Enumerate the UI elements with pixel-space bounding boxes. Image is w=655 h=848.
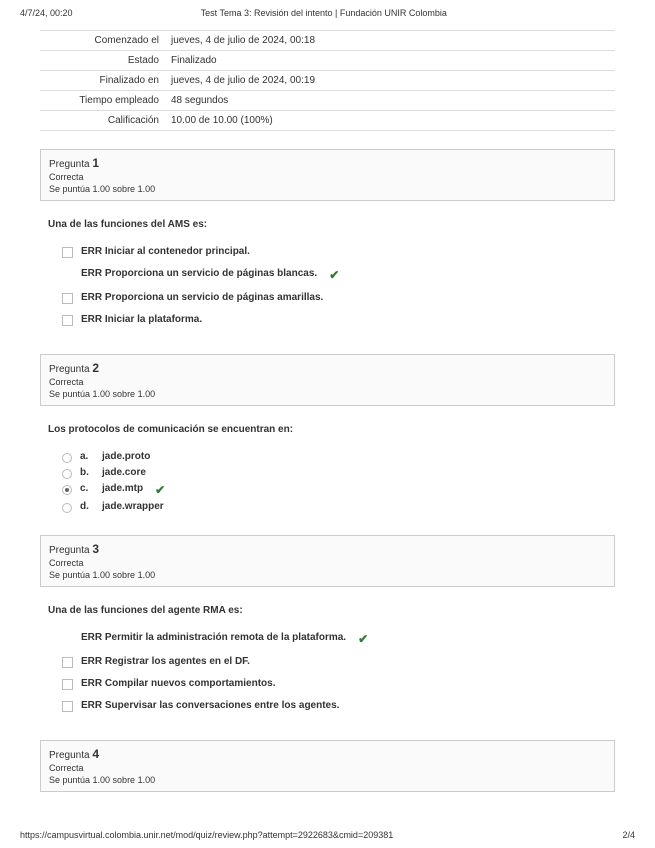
checkbox-icon[interactable]: [62, 269, 73, 280]
option-row[interactable]: d. jade.wrapper: [48, 501, 607, 513]
radio-icon[interactable]: [62, 503, 72, 513]
correct-check-icon: ✔: [155, 483, 165, 497]
radio-icon[interactable]: [62, 469, 72, 479]
option-text: ERR Registrar los agentes en el DF.: [81, 656, 250, 667]
checkbox-icon[interactable]: [62, 247, 73, 258]
option-text: jade.proto: [102, 451, 150, 462]
option-letter: c.: [80, 483, 94, 494]
option-row[interactable]: ERR Compilar nuevos comportamientos.: [48, 678, 607, 690]
question-grade: Se puntúa 1.00 sobre 1.00: [49, 184, 606, 194]
correct-check-icon: ✔: [358, 632, 368, 646]
option-row[interactable]: ERR Proporciona un servicio de páginas b…: [48, 268, 607, 282]
page-header: 4/7/24, 00:20 Test Tema 3: Revisión del …: [20, 8, 635, 18]
question-number: Pregunta 3: [49, 542, 606, 556]
option-text: ERR Iniciar al contenedor principal.: [81, 246, 250, 257]
question-text: Los protocolos de comunicación se encuen…: [48, 424, 607, 435]
option-letter: d.: [80, 501, 94, 512]
question-state: Correcta: [49, 377, 606, 387]
summary-row: Comenzado eljueves, 4 de julio de 2024, …: [40, 31, 615, 51]
option-text: ERR Proporciona un servicio de páginas b…: [81, 268, 317, 279]
option-row[interactable]: ERR Supervisar las conversaciones entre …: [48, 700, 607, 712]
question-grade: Se puntúa 1.00 sobre 1.00: [49, 389, 606, 399]
question-header: Pregunta 4 Correcta Se puntúa 1.00 sobre 1…: [40, 740, 615, 792]
question-state: Correcta: [49, 558, 606, 568]
question-header: Pregunta 2 Correcta Se puntúa 1.00 sobre 1…: [40, 354, 615, 406]
option-row[interactable]: b. jade.core: [48, 467, 607, 479]
option-row[interactable]: a. jade.proto: [48, 451, 607, 463]
radio-icon[interactable]: [62, 485, 72, 495]
checkbox-icon[interactable]: [62, 633, 73, 644]
option-letter: b.: [80, 467, 94, 478]
question-state: Correcta: [49, 172, 606, 182]
option-text: ERR Supervisar las conversaciones entre …: [81, 700, 339, 711]
question-header: Pregunta 1 Correcta Se puntúa 1.00 sobre 1…: [40, 149, 615, 201]
question-body: Los protocolos de comunicación se encuen…: [40, 424, 615, 535]
summary-row: EstadoFinalizado: [40, 51, 615, 71]
option-text: ERR Permitir la administración remota de…: [81, 632, 346, 643]
summary-row: Calificación10.00 de 10.00 (100%): [40, 111, 615, 131]
question-header: Pregunta 3 Correcta Se puntúa 1.00 sobre 1…: [40, 535, 615, 587]
option-text: jade.mtp: [102, 483, 143, 494]
question-number: Pregunta 2: [49, 361, 606, 375]
summary-label: Calificación: [40, 111, 165, 131]
option-row[interactable]: ERR Iniciar la plataforma.: [48, 314, 607, 326]
question-text: Una de las funciones del agente RMA es:: [48, 605, 607, 616]
checkbox-icon[interactable]: [62, 315, 73, 326]
option-row[interactable]: c. jade.mtp ✔: [48, 483, 607, 497]
header-datetime: 4/7/24, 00:20: [20, 8, 73, 18]
option-row[interactable]: ERR Permitir la administración remota de…: [48, 632, 607, 646]
header-title: Test Tema 3: Revisión del intento | Fund…: [73, 8, 575, 18]
option-row[interactable]: ERR Registrar los agentes en el DF.: [48, 656, 607, 668]
summary-label: Comenzado el: [40, 31, 165, 51]
summary-value: jueves, 4 de julio de 2024, 00:19: [165, 71, 615, 91]
option-row[interactable]: ERR Proporciona un servicio de páginas a…: [48, 292, 607, 304]
summary-value: 10.00 de 10.00 (100%): [165, 111, 615, 131]
question-state: Correcta: [49, 763, 606, 773]
summary-label: Estado: [40, 51, 165, 71]
footer-url: https://campusvirtual.colombia.unir.net/…: [20, 830, 393, 840]
summary-table: Comenzado eljueves, 4 de julio de 2024, …: [40, 30, 615, 131]
summary-row: Tiempo empleado48 segundos: [40, 91, 615, 111]
question-body: Una de las funciones del agente RMA es: E…: [40, 605, 615, 740]
summary-label: Tiempo empleado: [40, 91, 165, 111]
question-grade: Se puntúa 1.00 sobre 1.00: [49, 570, 606, 580]
question-body: Una de las funciones del AMS es: ERR Inic…: [40, 219, 615, 354]
checkbox-icon[interactable]: [62, 679, 73, 690]
summary-value: jueves, 4 de julio de 2024, 00:18: [165, 31, 615, 51]
option-text: ERR Compilar nuevos comportamientos.: [81, 678, 275, 689]
summary-value: 48 segundos: [165, 91, 615, 111]
question-number: Pregunta 4: [49, 747, 606, 761]
option-text: ERR Proporciona un servicio de páginas a…: [81, 292, 323, 303]
checkbox-icon[interactable]: [62, 657, 73, 668]
page-footer: https://campusvirtual.colombia.unir.net/…: [20, 830, 635, 840]
summary-row: Finalizado enjueves, 4 de julio de 2024,…: [40, 71, 615, 91]
summary-value: Finalizado: [165, 51, 615, 71]
checkbox-icon[interactable]: [62, 293, 73, 304]
option-text: jade.wrapper: [102, 501, 164, 512]
footer-page: 2/4: [622, 830, 635, 840]
option-letter: a.: [80, 451, 94, 462]
question-text: Una de las funciones del AMS es:: [48, 219, 607, 230]
option-text: ERR Iniciar la plataforma.: [81, 314, 202, 325]
question-number: Pregunta 1: [49, 156, 606, 170]
option-text: jade.core: [102, 467, 146, 478]
checkbox-icon[interactable]: [62, 701, 73, 712]
correct-check-icon: ✔: [329, 268, 339, 282]
summary-label: Finalizado en: [40, 71, 165, 91]
option-row[interactable]: ERR Iniciar al contenedor principal.: [48, 246, 607, 258]
radio-icon[interactable]: [62, 453, 72, 463]
main-content: Comenzado eljueves, 4 de julio de 2024, …: [20, 30, 635, 792]
question-grade: Se puntúa 1.00 sobre 1.00: [49, 775, 606, 785]
